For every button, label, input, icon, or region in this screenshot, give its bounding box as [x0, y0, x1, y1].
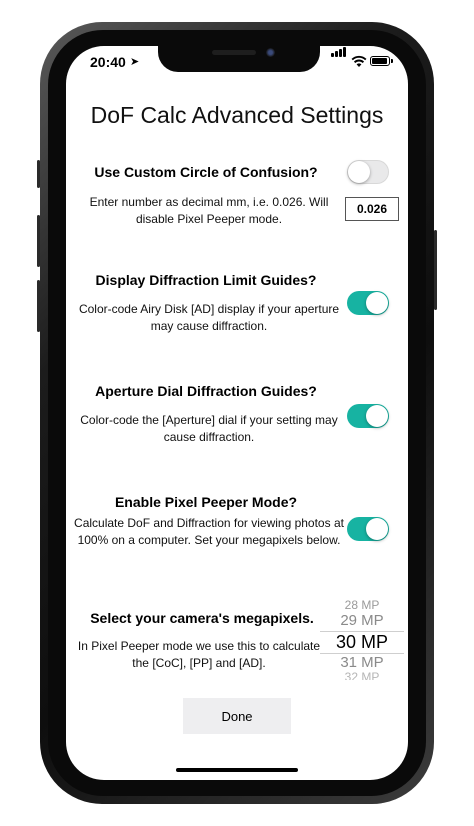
volume-down-button	[37, 280, 40, 332]
picker-option[interactable]: 29 MP	[320, 612, 404, 629]
front-camera	[266, 48, 275, 57]
done-button[interactable]: Done	[183, 698, 291, 734]
volume-up-button	[37, 215, 40, 267]
toggle-knob	[366, 518, 388, 540]
coc-title: Use Custom Circle of Confusion?	[94, 164, 318, 180]
coc-value-input[interactable]	[345, 197, 399, 221]
diffraction-limit-title: Display Diffraction Limit Guides?	[95, 272, 317, 288]
home-indicator[interactable]	[176, 768, 298, 772]
megapixels-description: In Pixel Peeper mode we use this to calc…	[77, 639, 321, 670]
status-time: 20:40	[90, 54, 126, 70]
page-title: DoF Calc Advanced Settings	[90, 102, 384, 128]
speaker	[212, 50, 256, 55]
aperture-dial-description: Color-code the [Aperture] dial if your s…	[80, 413, 338, 444]
battery-icon	[370, 56, 393, 66]
aperture-dial-title: Aperture Dial Diffraction Guides?	[95, 383, 317, 399]
toggle-knob	[348, 161, 370, 183]
location-arrow-icon: ➤	[130, 56, 140, 68]
picker-option[interactable]: 31 MP	[320, 654, 404, 671]
toggle-knob	[366, 292, 388, 314]
side-button	[434, 230, 437, 310]
wifi-icon	[351, 55, 367, 67]
diffraction-limit-toggle[interactable]	[347, 291, 389, 315]
app-screen: 20:40 ➤ DoF Calc Advanced Settings Use C…	[66, 46, 408, 780]
picker-option[interactable]: 28 MP	[320, 598, 404, 612]
mute-switch	[37, 160, 40, 188]
toggle-knob	[366, 405, 388, 427]
coc-description: Enter number as decimal mm, i.e. 0.026. …	[89, 195, 329, 226]
notch	[158, 46, 320, 72]
coc-toggle[interactable]	[347, 160, 389, 184]
picker-option-selected[interactable]: 30 MP	[320, 632, 404, 653]
megapixels-title: Select your camera's megapixels.	[90, 610, 314, 626]
pixel-peeper-toggle[interactable]	[347, 517, 389, 541]
aperture-dial-toggle[interactable]	[347, 404, 389, 428]
pixel-peeper-description: Calculate DoF and Diffraction for viewin…	[74, 516, 344, 547]
megapixels-picker[interactable]: 28 MP 29 MP 30 MP 31 MP 32 MP	[320, 598, 404, 680]
picker-option[interactable]: 32 MP	[320, 670, 404, 680]
pixel-peeper-title: Enable Pixel Peeper Mode?	[114, 494, 298, 510]
diffraction-limit-description: Color-code Airy Disk [AD] display if you…	[78, 302, 340, 333]
